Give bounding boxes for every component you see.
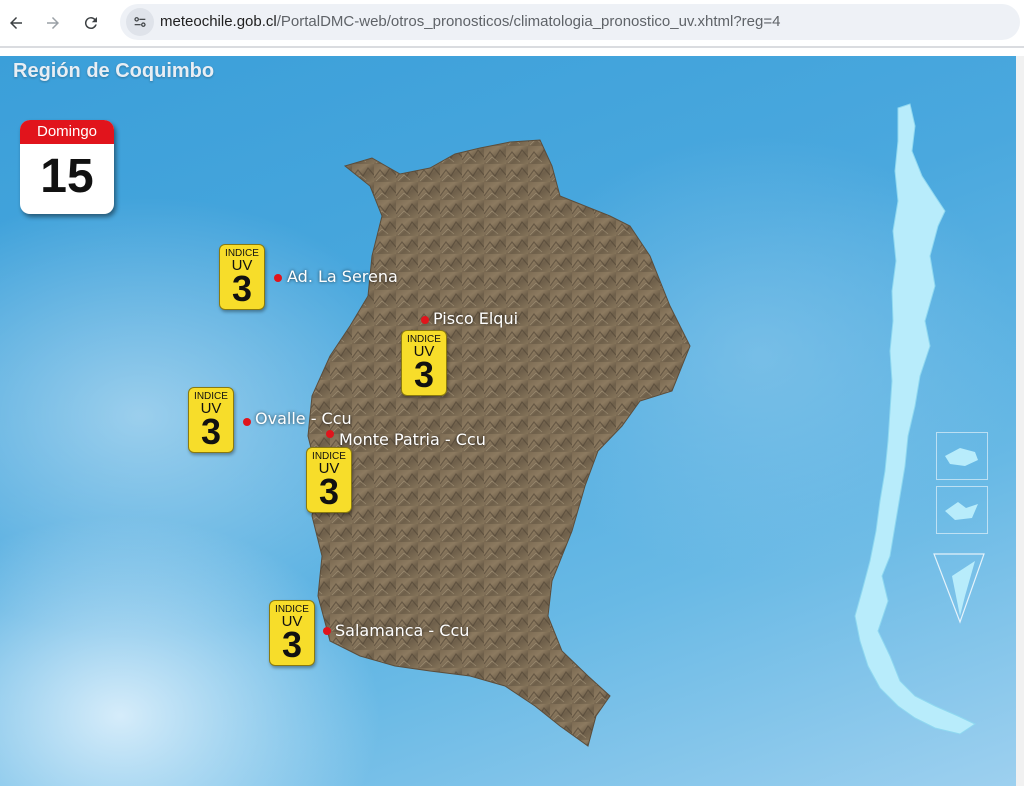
uv-index-value: 3 [281, 624, 303, 665]
chile-country-map [854, 103, 977, 735]
calendar-day: 15 [40, 150, 94, 203]
uv-badge-monte-patria: INDICE UV 3 [306, 447, 352, 513]
station-marker[interactable] [274, 274, 282, 282]
uv-badge-pisco-elqui: INDICE UV 3 [401, 330, 447, 396]
station-label: Salamanca - Ccu [335, 621, 470, 640]
region-title: Región de Coquimbo [13, 60, 215, 82]
station-label: Pisco Elqui [433, 309, 519, 328]
browser-toolbar: meteochile.gob.cl/PortalDMC-web/otros_pr… [0, 0, 1024, 46]
station-marker[interactable] [326, 430, 334, 438]
uv-index-value: 3 [200, 411, 222, 452]
date-calendar: Domingo 15 [20, 120, 114, 214]
station-marker[interactable] [323, 627, 331, 635]
address-bar[interactable]: meteochile.gob.cl/PortalDMC-web/otros_pr… [120, 4, 1020, 40]
uv-index-value: 3 [413, 354, 435, 395]
forward-button[interactable] [39, 9, 67, 37]
back-button[interactable] [2, 9, 30, 37]
url-host: meteochile.gob.cl [160, 13, 277, 30]
map-graphics [307, 103, 985, 747]
page-scrollbar[interactable] [1016, 56, 1024, 786]
arrow-right-icon [47, 17, 59, 29]
easter-island-inset [936, 486, 988, 534]
calendar-weekday: Domingo [20, 120, 114, 144]
station-marker[interactable] [243, 418, 251, 426]
uv-badge-la-serena: INDICE UV 3 [219, 244, 265, 310]
station-marker[interactable] [421, 316, 429, 324]
uv-index-value: 3 [318, 471, 340, 512]
url-path: /PortalDMC-web/otros_pronosticos/climato… [276, 13, 781, 30]
site-settings-icon[interactable] [126, 8, 154, 36]
uv-badge-salamanca: INDICE UV 3 [269, 600, 315, 666]
station-label: Ovalle - Ccu [255, 409, 352, 428]
station-label: Ad. La Serena [287, 267, 398, 286]
reload-button[interactable] [77, 9, 105, 37]
uv-index-value: 3 [231, 268, 253, 309]
station-label: Monte Patria - Ccu [339, 430, 486, 449]
toolbar-divider [0, 46, 1024, 48]
reload-icon [84, 17, 97, 30]
juan-fernandez-inset [936, 432, 988, 480]
arrow-left-icon [10, 17, 22, 29]
uv-forecast-map: Región de Coquimbo Domingo 15 INDICE UV … [0, 56, 1016, 786]
url-text[interactable]: meteochile.gob.cl/PortalDMC-web/otros_pr… [160, 13, 780, 30]
uv-badge-ovalle: INDICE UV 3 [188, 387, 234, 453]
